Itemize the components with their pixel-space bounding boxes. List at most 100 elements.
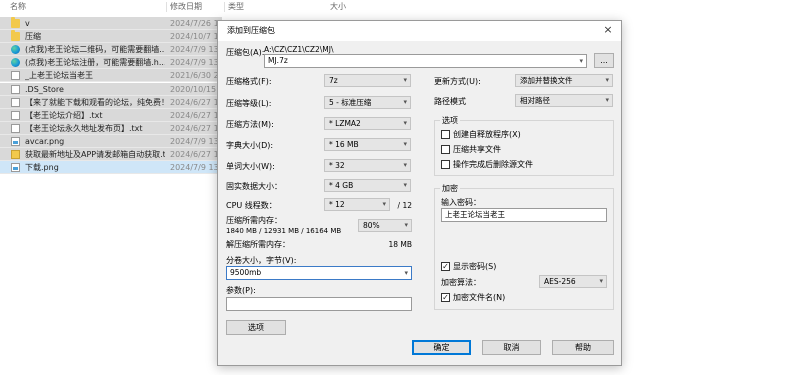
file-date: 2024/7/9 13:1 bbox=[170, 163, 222, 173]
format-label: 压缩格式(F): bbox=[226, 77, 272, 86]
archive-name-input[interactable]: MJ.7z ▾ bbox=[264, 54, 587, 68]
column-separator[interactable] bbox=[224, 2, 225, 12]
file-row[interactable]: (点我)老王论坛二维码，可能需要翻墙... 2024/7/9 13:1 bbox=[0, 43, 222, 57]
level-select[interactable]: 5 - 标准压缩 ▾ bbox=[324, 96, 411, 109]
update-mode-select[interactable]: 添加并替换文件 ▾ bbox=[515, 74, 613, 87]
file-row[interactable]: (点我)老王论坛注册，可能需要翻墙.h... 2024/7/9 13:1 bbox=[0, 56, 222, 70]
split-size-input[interactable]: 9500mb ▾ bbox=[226, 266, 412, 280]
image-icon bbox=[11, 163, 20, 173]
file-name: 【来了就能下载和观看的论坛，纯免费！... bbox=[25, 97, 165, 107]
threads-value: * 12 bbox=[329, 200, 345, 209]
encryption-method-value: AES-256 bbox=[544, 277, 576, 286]
path-mode-value: 相对路径 bbox=[520, 96, 550, 105]
doc-icon bbox=[11, 71, 20, 81]
dialog-titlebar[interactable]: 添加到压缩包 × bbox=[218, 21, 621, 41]
browse-button[interactable]: ... bbox=[594, 53, 614, 68]
file-row[interactable]: 压缩 2024/10/7 10 bbox=[0, 30, 222, 44]
delete-after-checkbox[interactable] bbox=[441, 160, 450, 169]
file-name: _上老王论坛当老王 bbox=[25, 71, 93, 81]
dialog-title: 添加到压缩包 bbox=[227, 26, 275, 35]
sfx-label: 创建自释放程序(X) bbox=[453, 130, 521, 139]
edge-icon bbox=[11, 45, 20, 55]
shared-files-label: 压缩共享文件 bbox=[453, 145, 501, 154]
help-button[interactable]: 帮助 bbox=[552, 340, 614, 355]
chevron-down-icon: ▾ bbox=[403, 119, 407, 127]
split-label: 分卷大小，字节(V): bbox=[226, 256, 297, 265]
file-row[interactable]: 获取最新地址及APP请发邮箱自动获取.txt 2024/6/27 13 bbox=[0, 148, 222, 161]
chevron-down-icon: ▾ bbox=[404, 221, 408, 229]
chevron-down-icon[interactable]: ▾ bbox=[579, 55, 583, 67]
doc-icon bbox=[11, 84, 20, 94]
dict-select[interactable]: * 16 MB ▾ bbox=[324, 138, 411, 151]
file-date: 2024/10/7 10 bbox=[170, 32, 222, 42]
column-separator[interactable] bbox=[166, 2, 167, 12]
encrypt-names-checkbox[interactable]: ✓ bbox=[441, 293, 450, 302]
encrypt-names-label: 加密文件名(N) bbox=[453, 293, 506, 302]
doc-icon bbox=[11, 97, 20, 107]
edge-icon bbox=[11, 58, 20, 68]
update-mode-value: 添加并替换文件 bbox=[520, 76, 573, 85]
sfx-checkbox[interactable] bbox=[441, 130, 450, 139]
word-select[interactable]: * 32 ▾ bbox=[324, 159, 411, 172]
cancel-button[interactable]: 取消 bbox=[482, 340, 541, 355]
file-row[interactable]: 【老王论坛介绍】.txt 2024/6/27 13 bbox=[0, 108, 222, 122]
file-row[interactable]: 【老王论坛永久地址发布页】.txt 2024/6/27 13 bbox=[0, 121, 222, 135]
column-header-date[interactable]: 修改日期 bbox=[170, 0, 202, 14]
file-row[interactable]: _上老王论坛当老王 2021/6/30 22: bbox=[0, 69, 222, 83]
ok-button[interactable]: 确定 bbox=[412, 340, 471, 355]
file-name: (点我)老王论坛注册，可能需要翻墙.h... bbox=[25, 58, 165, 68]
threads-label: CPU 线程数： bbox=[226, 201, 277, 210]
zip-icon bbox=[11, 150, 20, 159]
show-password-checkbox[interactable]: ✓ bbox=[441, 262, 450, 271]
chevron-down-icon: ▾ bbox=[599, 277, 603, 285]
method-value: * LZMA2 bbox=[329, 119, 361, 128]
file-date: 2021/6/30 22: bbox=[170, 71, 222, 81]
column-header-name[interactable]: 名称 bbox=[10, 0, 26, 14]
file-row[interactable]: 【来了就能下载和观看的论坛，纯免费！... 2024/6/27 13 bbox=[0, 95, 222, 109]
file-row[interactable]: v 2024/7/26 13: bbox=[0, 17, 222, 30]
options-button[interactable]: 选项 bbox=[226, 320, 286, 335]
solid-value: * 4 GB bbox=[329, 181, 354, 190]
chevron-down-icon: ▾ bbox=[403, 140, 407, 148]
params-input[interactable] bbox=[226, 297, 412, 311]
memory-detail: 1840 MB / 12931 MB / 16164 MB bbox=[226, 227, 342, 235]
path-mode-select[interactable]: 相对路径 ▾ bbox=[515, 94, 613, 107]
encryption-method-select[interactable]: AES-256 ▾ bbox=[539, 275, 607, 288]
format-select[interactable]: 7z ▾ bbox=[324, 74, 411, 87]
file-date: 2024/6/27 13 bbox=[170, 110, 222, 120]
column-header-type[interactable]: 类型 bbox=[228, 0, 244, 14]
password-input[interactable]: 上老王论坛当老王 bbox=[441, 208, 607, 222]
encryption-method-label: 加密算法： bbox=[441, 278, 481, 287]
memory-percent-select[interactable]: 80% ▾ bbox=[358, 219, 412, 232]
chevron-down-icon[interactable]: ▾ bbox=[404, 267, 408, 279]
chevron-down-icon: ▾ bbox=[605, 76, 609, 84]
doc-icon bbox=[11, 110, 20, 120]
path-mode-label: 路径模式 bbox=[434, 97, 466, 106]
threads-select[interactable]: * 12 ▾ bbox=[324, 198, 390, 211]
method-select[interactable]: * LZMA2 ▾ bbox=[324, 117, 411, 130]
doc-icon bbox=[11, 123, 20, 133]
file-name: avcar.png bbox=[25, 136, 65, 146]
file-name: 【老王论坛永久地址发布页】.txt bbox=[25, 123, 143, 133]
column-header-size[interactable]: 大小 bbox=[330, 0, 346, 14]
password-label: 输入密码： bbox=[441, 198, 481, 207]
dict-value: * 16 MB bbox=[329, 140, 359, 149]
archive-label: 压缩包(A): bbox=[226, 48, 265, 57]
close-icon[interactable]: × bbox=[601, 23, 615, 37]
file-row[interactable]: .DS_Store 2020/10/15 2 bbox=[0, 82, 222, 96]
file-date: 2024/6/27 13 bbox=[170, 150, 222, 159]
chevron-down-icon: ▾ bbox=[403, 161, 407, 169]
chevron-down-icon: ▾ bbox=[403, 98, 407, 106]
chevron-down-icon: ▾ bbox=[403, 181, 407, 189]
params-label: 参数(P): bbox=[226, 286, 256, 295]
shared-files-checkbox[interactable] bbox=[441, 145, 450, 154]
threads-max: / 12 bbox=[397, 201, 412, 210]
update-mode-label: 更新方式(U): bbox=[434, 77, 481, 86]
word-label: 单词大小(W): bbox=[226, 162, 275, 171]
solid-select[interactable]: * 4 GB ▾ bbox=[324, 179, 411, 192]
memory-percent-value: 80% bbox=[363, 221, 380, 230]
chevron-down-icon: ▾ bbox=[382, 200, 386, 208]
file-row[interactable]: avcar.png 2024/7/9 13:1 bbox=[0, 134, 222, 148]
dict-label: 字典大小(D): bbox=[226, 141, 274, 150]
file-row[interactable]: 下载.png 2024/7/9 13:1 bbox=[0, 161, 222, 175]
